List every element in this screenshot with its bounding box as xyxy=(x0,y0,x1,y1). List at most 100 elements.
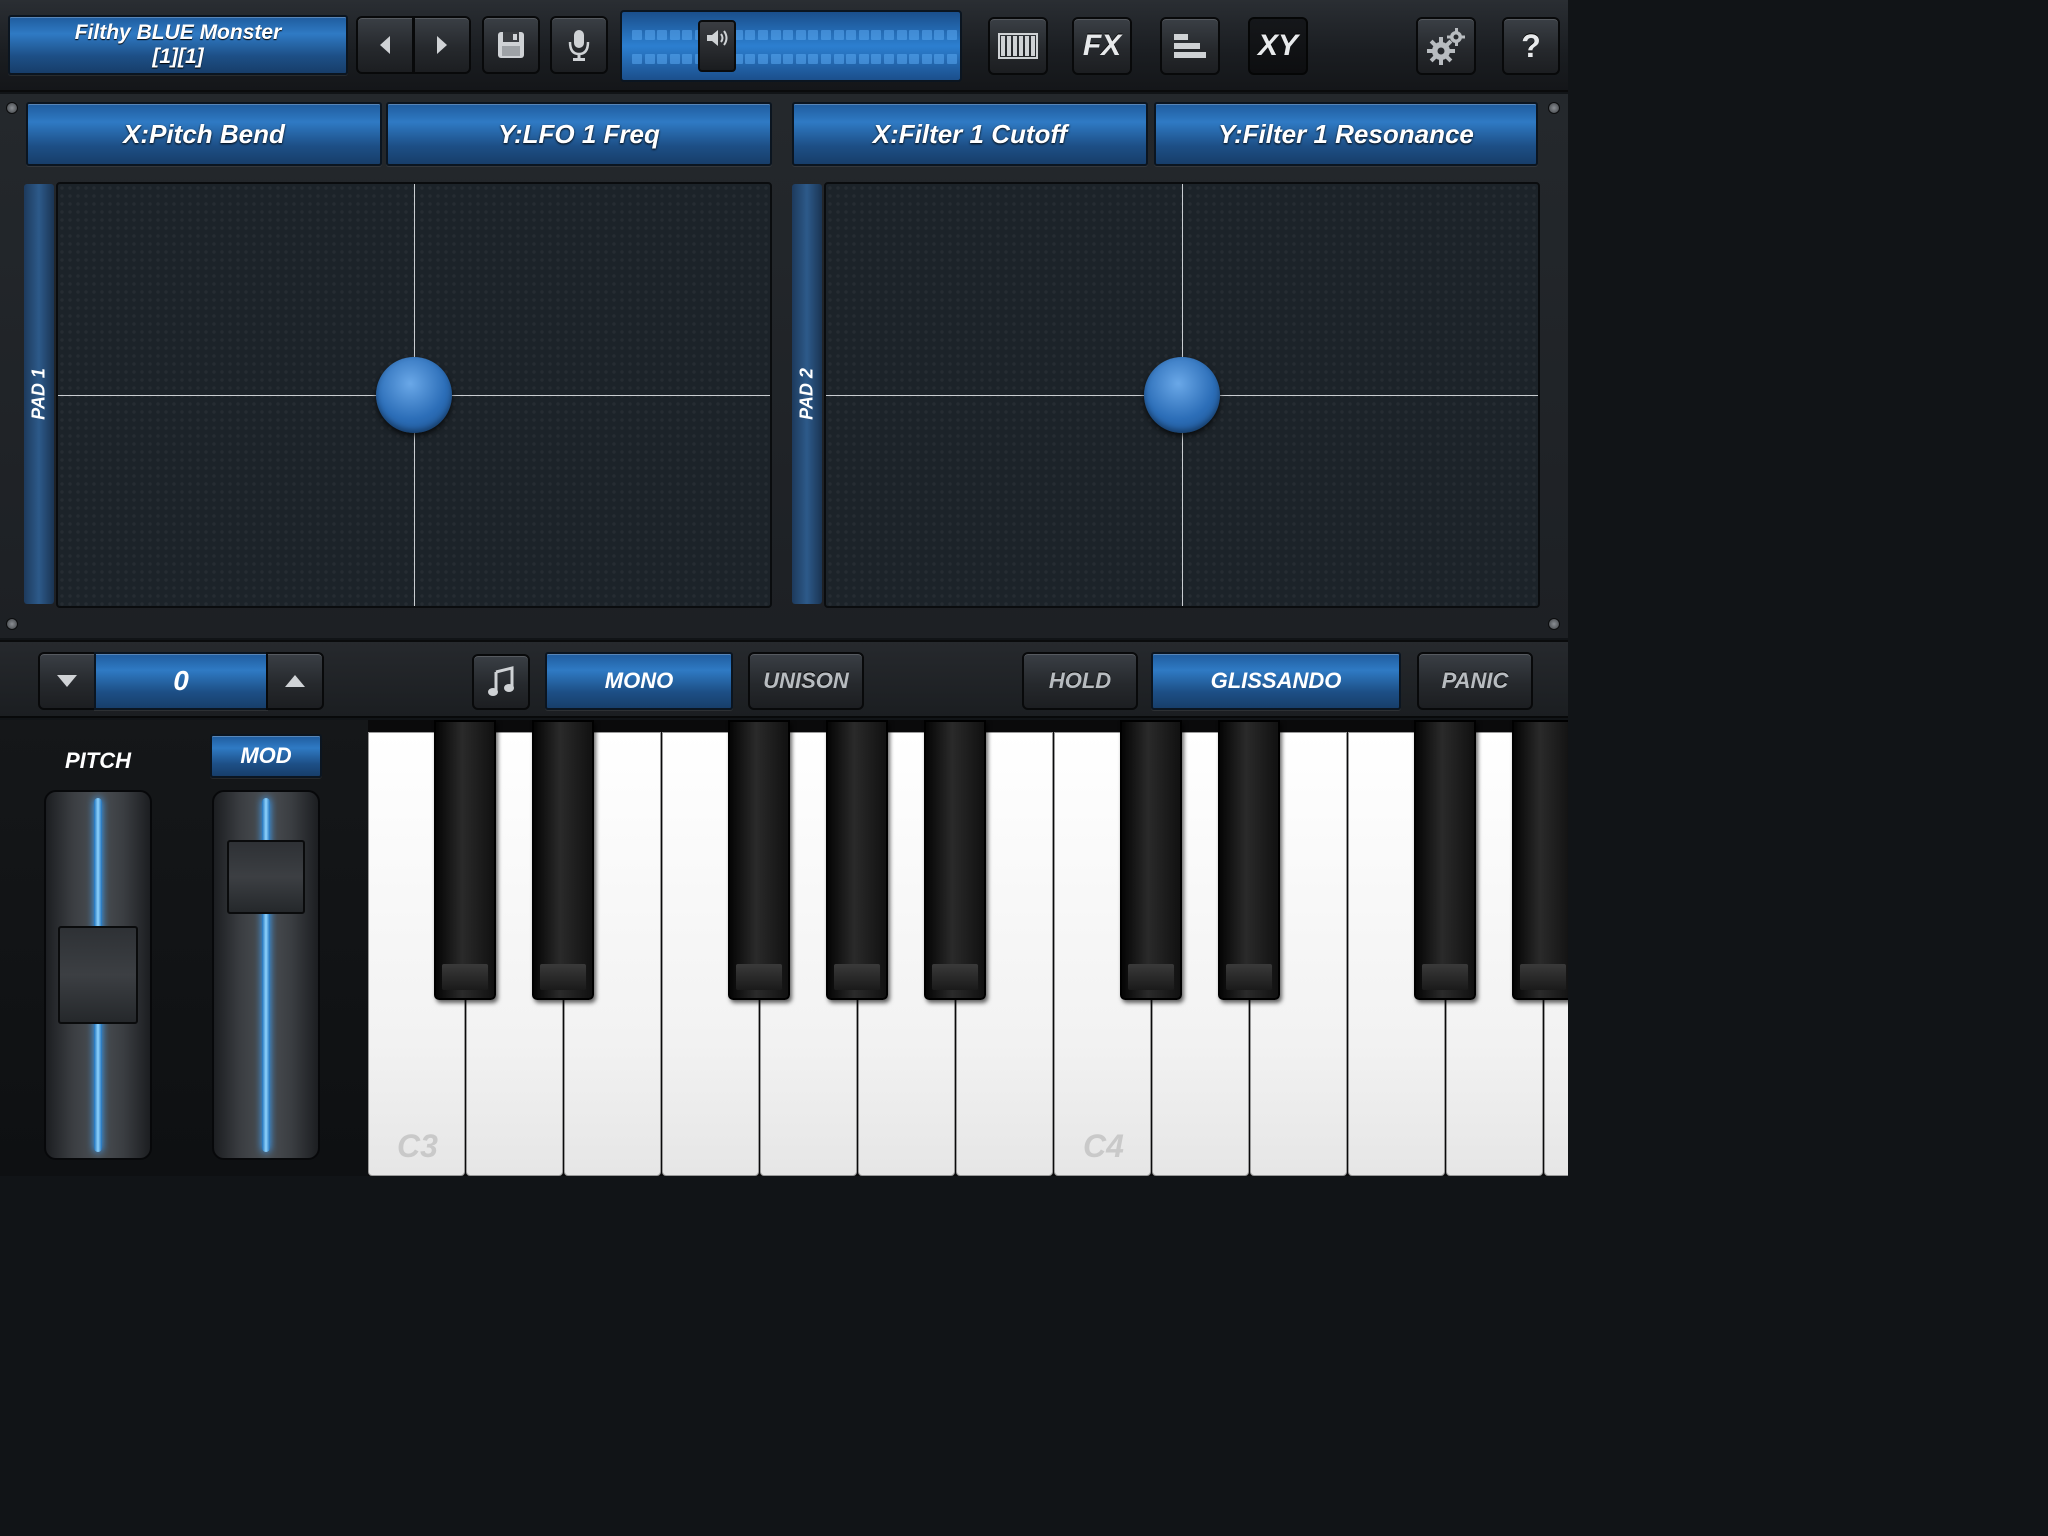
pad1-x-param-button[interactable]: X:Pitch Bend xyxy=(26,102,382,166)
screw xyxy=(1548,618,1560,630)
piano-keyboard: C3 C4 xyxy=(368,720,1568,1176)
volume-meter-cell xyxy=(758,30,768,40)
volume-meter-cell xyxy=(921,54,932,64)
volume-meter-cell xyxy=(846,30,857,40)
volume-meter-cell xyxy=(821,54,831,64)
key-label-c3: C3 xyxy=(397,1128,438,1164)
xy-pad-1[interactable] xyxy=(56,182,772,608)
key-label-c4: C4 xyxy=(1083,1128,1124,1164)
screw xyxy=(1548,102,1560,114)
volume-meter-cell xyxy=(758,54,768,64)
performance-control-strip: 0 MONO UNISON HOLD GLISSANDO PANIC xyxy=(0,640,1568,718)
octave-down-button[interactable] xyxy=(38,652,96,710)
black-key[interactable] xyxy=(434,720,496,1000)
pitch-wheel[interactable] xyxy=(44,790,152,1160)
preset-display[interactable]: Filthy BLUE Monster [1][1] xyxy=(8,15,348,75)
volume-meter-cell xyxy=(632,30,642,40)
microphone-icon xyxy=(568,30,590,61)
screw xyxy=(6,102,18,114)
volume-meter[interactable] xyxy=(620,10,962,82)
volume-meter-cell xyxy=(909,54,920,64)
pad2-y-param-button[interactable]: Y:Filter 1 Resonance xyxy=(1154,102,1538,166)
hold-toggle[interactable]: HOLD xyxy=(1022,652,1138,710)
xy-pad-2[interactable] xyxy=(824,182,1540,608)
preset-nav xyxy=(356,16,472,74)
glissando-toggle[interactable]: GLISSANDO xyxy=(1151,652,1401,710)
music-note-icon xyxy=(488,666,514,696)
volume-meter-cell xyxy=(644,54,655,64)
black-key[interactable] xyxy=(1218,720,1280,1000)
volume-meter-cell xyxy=(896,30,907,40)
octave-up-button[interactable] xyxy=(266,652,324,710)
volume-meter-cell xyxy=(884,30,894,40)
volume-meter-cell xyxy=(858,54,869,64)
volume-meter-cell xyxy=(770,54,781,64)
mod-wheel[interactable] xyxy=(212,790,320,1160)
wheels-panel: PITCH MOD xyxy=(0,720,368,1176)
volume-meter-cell xyxy=(644,30,655,40)
pad1-x-param-label: X:Pitch Bend xyxy=(123,118,285,149)
pad1-y-param-button[interactable]: Y:LFO 1 Freq xyxy=(386,102,772,166)
unison-toggle[interactable]: UNISON xyxy=(748,652,864,710)
help-button[interactable]: ? xyxy=(1502,17,1560,75)
volume-meter-cell xyxy=(871,54,882,64)
keyboard-page-button[interactable] xyxy=(988,17,1048,75)
settings-button[interactable] xyxy=(1416,17,1476,75)
fx-page-button[interactable]: FX xyxy=(1072,17,1132,75)
pad1-puck[interactable] xyxy=(376,357,452,433)
volume-meter-cell xyxy=(783,30,794,40)
mixer-page-button[interactable] xyxy=(1160,17,1220,75)
black-key[interactable] xyxy=(532,720,594,1000)
pad2-side-strip: PAD 2 xyxy=(792,184,822,604)
pad2-x-param-button[interactable]: X:Filter 1 Cutoff xyxy=(792,102,1148,166)
black-key[interactable] xyxy=(1414,720,1476,1000)
prev-preset-button[interactable] xyxy=(356,16,414,74)
volume-meter-cell xyxy=(669,30,680,40)
top-toolbar: Filthy BLUE Monster [1][1] FX XY ? xyxy=(0,0,1568,92)
octave-value-display: 0 xyxy=(94,652,268,710)
panic-label: PANIC xyxy=(1441,668,1509,693)
black-key[interactable] xyxy=(924,720,986,1000)
hold-label: HOLD xyxy=(1048,668,1112,693)
keyboard-icon xyxy=(998,33,1038,59)
xy-page-button[interactable]: XY xyxy=(1248,17,1308,75)
mono-toggle[interactable]: MONO xyxy=(545,652,733,710)
next-preset-button[interactable] xyxy=(413,16,471,74)
volume-meter-cell xyxy=(783,54,794,64)
volume-meter-cell xyxy=(947,30,957,40)
pad2-puck[interactable] xyxy=(1144,357,1220,433)
volume-meter-cell xyxy=(632,54,642,64)
volume-meter-cell xyxy=(871,30,882,40)
volume-meter-cell xyxy=(745,30,756,40)
black-key[interactable] xyxy=(728,720,790,1000)
volume-slider-handle[interactable] xyxy=(698,20,736,72)
volume-meter-cell xyxy=(858,30,869,40)
preset-name: Filthy BLUE Monster xyxy=(74,21,282,44)
mod-button[interactable]: MOD xyxy=(210,734,322,778)
volume-meter-cell xyxy=(846,54,857,64)
volume-meter-cell xyxy=(745,54,756,64)
triangle-up-icon xyxy=(285,675,305,687)
panic-button[interactable]: PANIC xyxy=(1417,652,1533,710)
volume-meter-cell xyxy=(934,54,945,64)
save-button[interactable] xyxy=(482,16,540,74)
volume-meter-cell xyxy=(669,54,680,64)
volume-meter-cell xyxy=(884,54,894,64)
pad1-label: PAD 1 xyxy=(28,368,49,420)
mod-wheel-thumb[interactable] xyxy=(227,840,305,914)
scale-button[interactable] xyxy=(472,654,530,710)
black-key[interactable] xyxy=(1120,720,1182,1000)
triangle-down-icon xyxy=(57,675,77,687)
black-key[interactable] xyxy=(826,720,888,1000)
pad2-x-param-label: X:Filter 1 Cutoff xyxy=(872,118,1068,149)
preset-bank: [1][1] xyxy=(152,45,204,68)
record-button[interactable] xyxy=(550,16,608,74)
black-key[interactable] xyxy=(1512,720,1568,1000)
mixer-icon xyxy=(1174,34,1206,58)
volume-meter-cell xyxy=(657,30,668,40)
unison-label: UNISON xyxy=(763,668,849,693)
pitch-wheel-thumb[interactable] xyxy=(58,926,138,1024)
chevron-left-icon xyxy=(380,36,390,54)
gear-icon xyxy=(1427,28,1465,65)
volume-meter-cell xyxy=(795,30,806,40)
